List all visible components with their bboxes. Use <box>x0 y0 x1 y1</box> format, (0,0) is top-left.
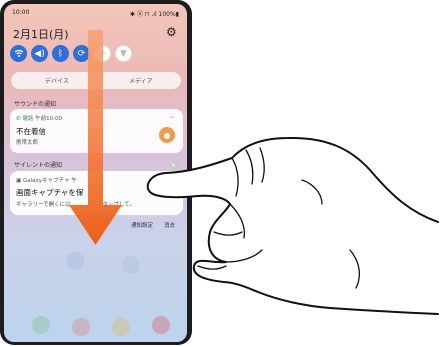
hand-illustration <box>146 136 439 315</box>
